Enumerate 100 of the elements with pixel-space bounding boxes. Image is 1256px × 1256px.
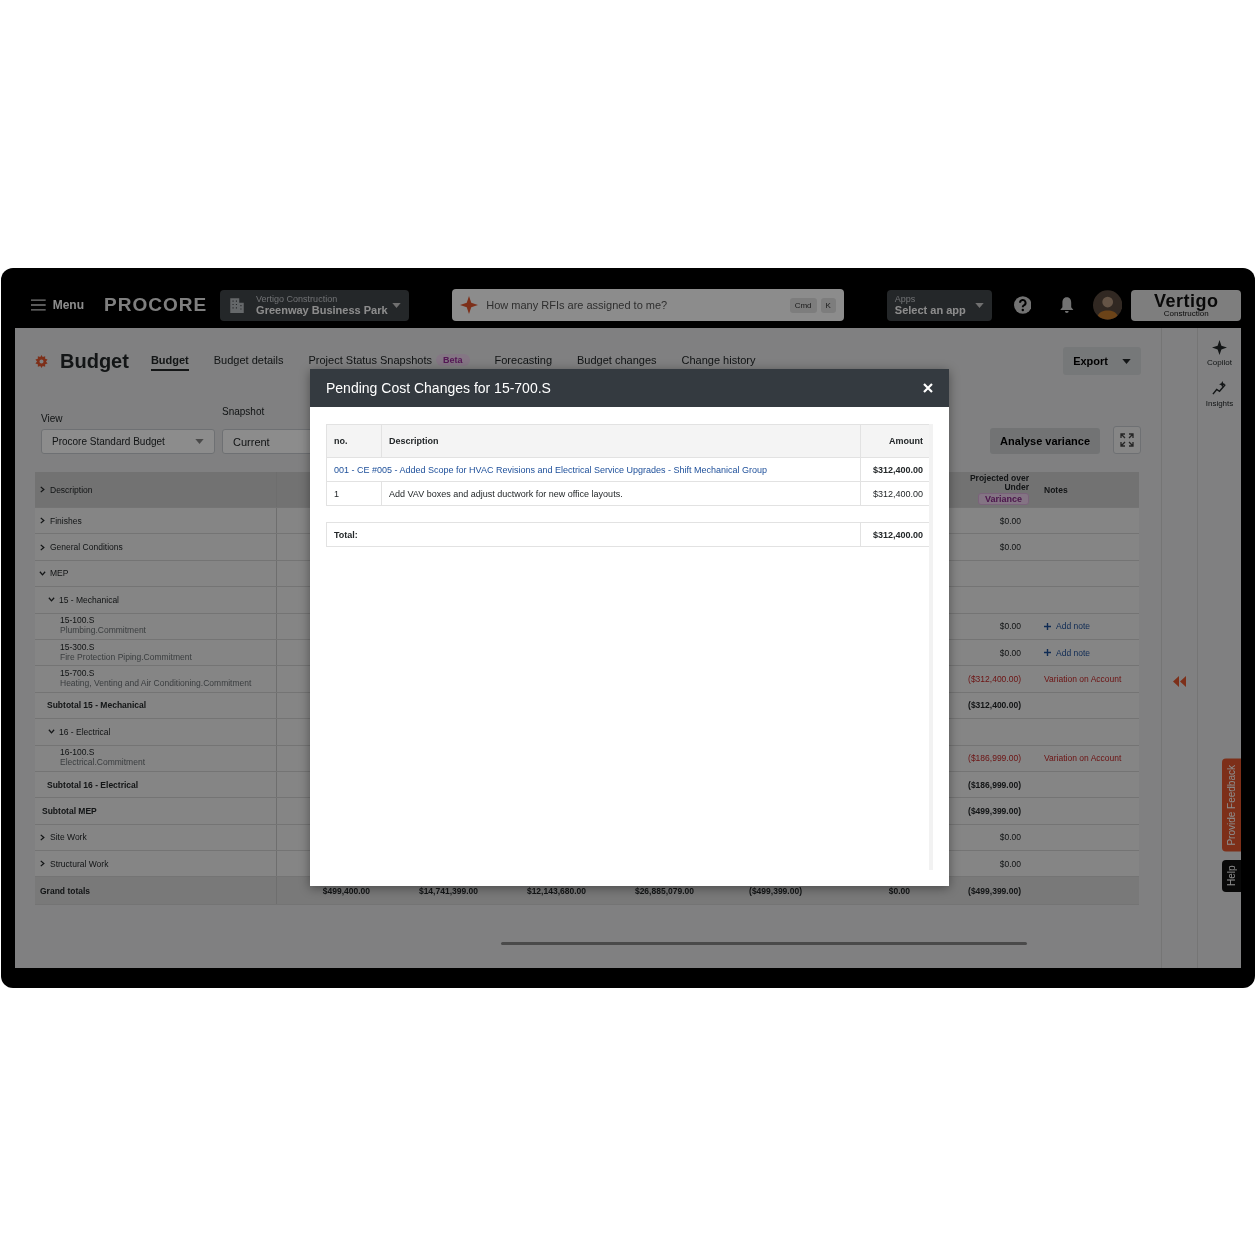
chevron-right-icon[interactable]	[39, 543, 46, 551]
caret-icon	[974, 302, 984, 308]
cost-code-detail: Heating, Venting and Air Conditioning.Commitment	[60, 679, 252, 689]
tab[interactable]: Budget details	[213, 351, 284, 371]
beta-badge: Beta	[436, 354, 470, 366]
chevron-down-icon[interactable]	[39, 569, 46, 577]
row-label: 16 - Electrical	[59, 726, 111, 737]
total-value: $14,741,399.00	[418, 885, 478, 896]
analyse-variance-button[interactable]: Analyse variance	[990, 428, 1100, 454]
row-label: Structural Work	[50, 858, 109, 869]
column-header: Amount	[889, 436, 923, 446]
snapshot-label: Snapshot	[222, 406, 266, 417]
row-label: General Conditions	[50, 542, 123, 553]
variance-value: ($186,999.00)	[968, 779, 1021, 790]
add-note-link[interactable]: Add note	[1044, 647, 1091, 658]
cost-code: 16-100.S	[60, 748, 96, 758]
variance-value: $0.00	[999, 621, 1021, 632]
variance-value: ($312,400.00)	[968, 700, 1021, 711]
change-event-link[interactable]: 001 - CE #005 - Added Scope for HVAC Revisions and Electrical Service Upgrades - Shift Mechanical Group	[334, 464, 768, 475]
variance-badge: Variance	[977, 492, 1029, 505]
cost-code-detail: Fire Protection Piping.Commitment	[60, 652, 192, 663]
view-select[interactable]: Procore Standard Budget	[41, 429, 215, 454]
tab[interactable]: Forecasting	[494, 351, 552, 371]
column-header: Projected over Under	[968, 474, 1029, 492]
cost-code: 15-700.S	[60, 669, 96, 679]
gear-icon	[35, 354, 48, 368]
rail-item[interactable]: Insights	[1205, 381, 1234, 408]
subtotal-label: Subtotal 15 - Mechanical	[47, 700, 147, 711]
cost-code: 15-300.S	[60, 642, 96, 653]
column-header: Description	[50, 484, 93, 495]
total-value: $499,400.00	[322, 885, 370, 896]
chevron-right-icon[interactable]	[39, 517, 46, 525]
search-field[interactable]: How many RFIs are assigned to me? Cmd K	[452, 289, 844, 321]
app-picker[interactable]: Apps Select an app	[886, 289, 992, 321]
chevron-right-icon[interactable]	[39, 833, 46, 841]
chevron-down-icon[interactable]	[48, 596, 55, 604]
subtotal-label: Subtotal MEP	[42, 806, 97, 816]
shortcut-key: Cmd	[789, 297, 817, 313]
cost-code-detail: Plumbing.Commitment	[60, 626, 146, 636]
note-text: Variation on Account	[1044, 674, 1122, 685]
row-label: Site Work	[50, 832, 87, 843]
double-chevron-left-icon[interactable]	[1173, 676, 1186, 687]
close-button[interactable]	[923, 383, 933, 393]
row-label: MEP	[50, 568, 69, 579]
plus-icon	[1044, 649, 1051, 657]
add-note-link[interactable]: Add note	[1044, 621, 1091, 632]
menu-label[interactable]: Menu	[52, 298, 84, 312]
total-label: Total:	[334, 529, 358, 540]
column-header: Notes	[1044, 484, 1068, 495]
tab[interactable]: Budget changes	[577, 351, 657, 371]
expand-icon	[1120, 433, 1134, 447]
menu-icon[interactable]	[31, 299, 46, 311]
cost-code-detail: Electrical.Commitment	[60, 758, 146, 768]
total-amount: $312,400.00	[872, 529, 923, 540]
insights-icon	[1212, 381, 1227, 396]
total-value: ($499,399.00)	[968, 885, 1021, 896]
feedback-tab[interactable]: Provide Feedback	[1222, 759, 1241, 852]
tab[interactable]: Budget	[150, 351, 189, 371]
chevron-down-icon[interactable]	[48, 728, 55, 736]
sparkle-icon	[460, 296, 479, 314]
logo[interactable]: PROCORE	[104, 294, 208, 316]
expand-button[interactable]	[1113, 426, 1141, 454]
total-value: $0.00	[888, 885, 910, 896]
column-header: no.	[334, 436, 348, 446]
caret-icon	[392, 302, 402, 308]
total-value: $26,885,079.00	[634, 885, 694, 896]
variance-value: $0.00	[999, 858, 1021, 869]
total-value: ($499,399.00)	[749, 885, 802, 896]
variance-value: $0.00	[999, 832, 1021, 843]
row-label: Finishes	[50, 515, 82, 526]
help-tab[interactable]: Help	[1222, 860, 1241, 892]
amount-cell: $312,400.00	[872, 464, 923, 475]
total-value: $12,143,680.00	[526, 885, 586, 896]
export-button[interactable]: Export	[1063, 347, 1141, 375]
chevron-right-icon[interactable]	[39, 860, 46, 868]
view-label: View	[41, 413, 64, 424]
building-icon	[228, 296, 247, 314]
line-description: Add VAV boxes and adjust ductwork for new office layouts.	[389, 488, 623, 499]
caret-icon	[1122, 358, 1131, 364]
variance-value: ($499,399.00)	[968, 806, 1021, 816]
variance-value: ($186,999.00)	[968, 753, 1021, 764]
variance-value: ($312,400.00)	[968, 674, 1021, 685]
note-text: Variation on Account	[1044, 753, 1122, 764]
shortcut-key: K	[820, 297, 836, 313]
plus-icon	[1044, 622, 1051, 630]
chevron-right-icon[interactable]	[39, 486, 46, 493]
page-title: Budget	[60, 349, 129, 373]
sparkle-icon	[1212, 340, 1227, 355]
column-header: Description	[389, 436, 439, 446]
subtotal-label: Subtotal 16 - Electrical	[47, 779, 139, 790]
rail-item[interactable]: Copilot	[1207, 340, 1232, 367]
variance-value: $0.00	[999, 647, 1021, 658]
tab[interactable]: Change history	[681, 351, 756, 371]
avatar-icon[interactable]	[1093, 290, 1123, 320]
scrollbar[interactable]	[501, 942, 1027, 946]
project-picker[interactable]: Vertigo Construction Greenway Business Park	[220, 289, 410, 321]
help-icon[interactable]	[1013, 296, 1032, 314]
variance-value: $0.00	[999, 542, 1021, 553]
brand-logo: Vertigo Construction	[1131, 289, 1241, 321]
close-icon	[923, 383, 933, 393]
